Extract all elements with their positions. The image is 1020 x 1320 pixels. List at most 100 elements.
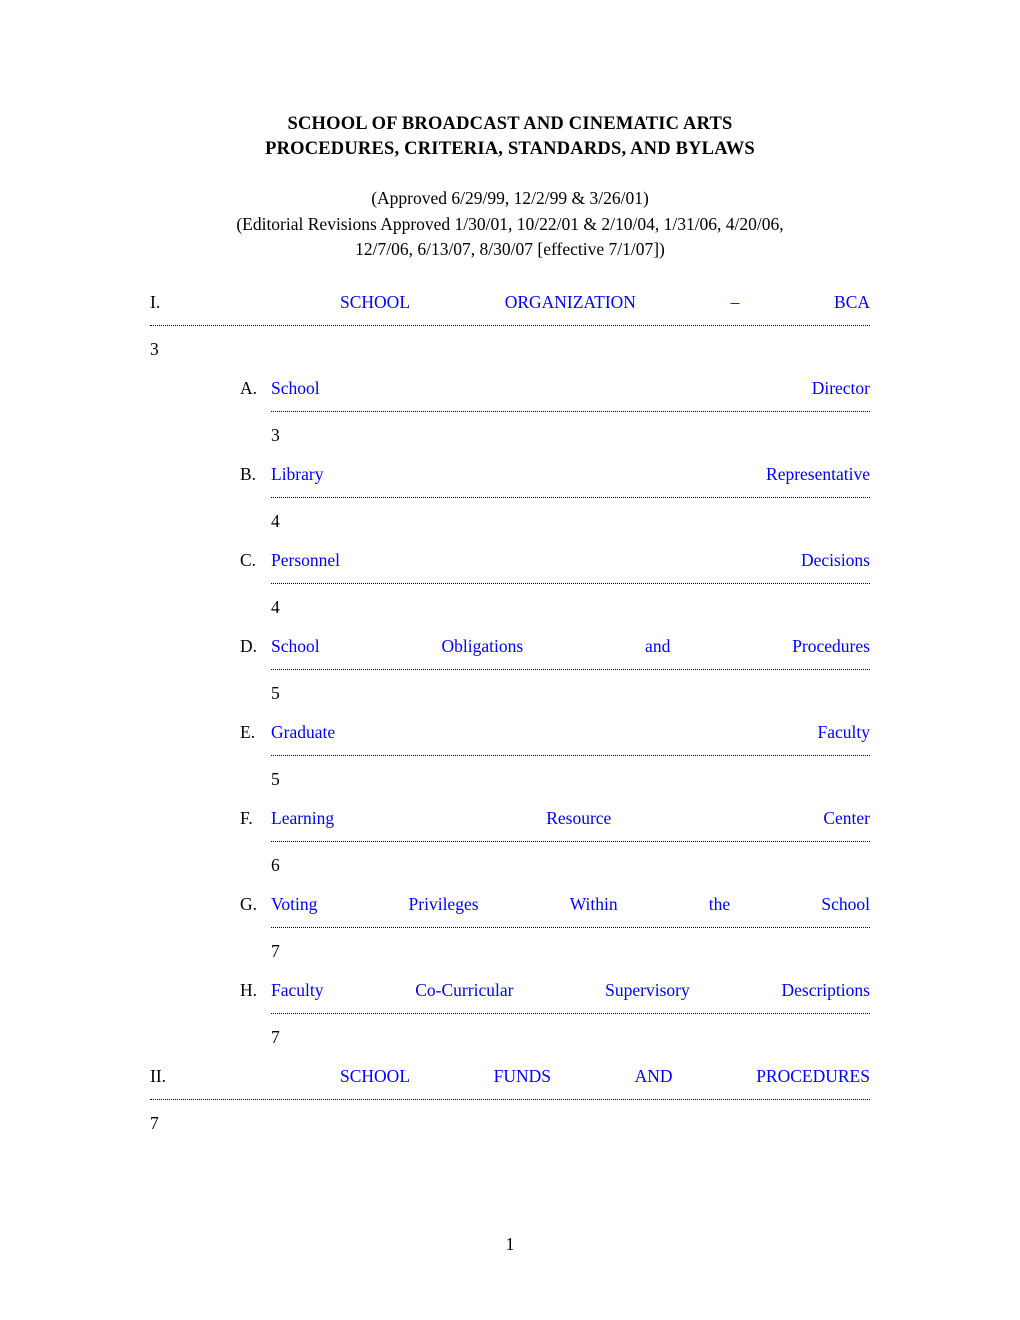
toc-entry[interactable]: I. SCHOOL ORGANIZATION – BCA 3 — [150, 289, 870, 361]
document-page: SCHOOL OF BROADCAST AND CINEMATIC ARTS P… — [0, 0, 1020, 1320]
toc-entry-spacer — [150, 447, 870, 461]
toc-entry-word: Co-Curricular — [415, 980, 514, 1000]
toc-entry-marker: H. — [240, 980, 258, 1000]
toc-entry-word: Descriptions — [781, 980, 870, 1000]
toc-entry-label[interactable]: Voting Privileges Within the School — [271, 891, 870, 917]
dotted-leader-line — [271, 926, 870, 928]
toc-entry-spacer — [150, 877, 870, 891]
toc-entry-word: School — [271, 636, 320, 656]
toc-dotted-leader — [271, 917, 870, 939]
toc-entry-marker: E. — [240, 722, 256, 742]
toc-entry[interactable]: D. School Obligations and Procedures 5 — [150, 633, 870, 705]
toc-page-number: 3 — [271, 425, 280, 445]
toc-entry-marker: F. — [240, 808, 253, 828]
toc-entry-word: Decisions — [800, 550, 870, 570]
dotted-leader-line — [271, 582, 870, 584]
toc-entry-label[interactable]: Learning Resource Center — [271, 805, 870, 831]
toc-entry[interactable]: G. Voting Privileges Within the School 7 — [150, 891, 870, 963]
toc-entry-word: – — [730, 292, 740, 312]
dotted-leader-line — [271, 410, 870, 412]
toc-page-number: 4 — [271, 511, 280, 531]
document-subtitle: (Approved 6/29/99, 12/2/99 & 3/26/01) (E… — [150, 186, 870, 263]
toc-dotted-leader — [150, 315, 870, 337]
toc-entry-word: SCHOOL — [340, 1066, 411, 1086]
toc-entry-word: Voting — [271, 894, 318, 914]
toc-entry-word: Resource — [546, 808, 612, 828]
toc-page-number: 7 — [271, 1027, 280, 1047]
toc-dotted-leader — [271, 1003, 870, 1025]
toc-entry[interactable]: C. Personnel Decisions 4 — [150, 547, 870, 619]
dotted-leader-line — [271, 496, 870, 498]
toc-entry-word: FUNDS — [493, 1066, 552, 1086]
toc-entry-marker: I. — [150, 292, 161, 312]
toc-entry-word: Representative — [766, 464, 870, 484]
approval-dates-line: (Approved 6/29/99, 12/2/99 & 3/26/01) — [371, 188, 649, 208]
toc-dotted-leader — [271, 831, 870, 853]
toc-entry[interactable]: B. Library Representative 4 — [150, 461, 870, 533]
document-title: SCHOOL OF BROADCAST AND CINEMATIC ARTS P… — [150, 112, 870, 162]
dotted-leader-line — [271, 668, 870, 670]
toc-entry-word: Director — [811, 378, 870, 398]
toc-page-number: 7 — [271, 941, 280, 961]
toc-entry-marker: II. — [150, 1066, 167, 1086]
toc-entry-label[interactable]: Library Representative — [271, 461, 870, 487]
toc-entry[interactable]: A. School Director 3 — [150, 375, 870, 447]
toc-entry-marker: D. — [240, 636, 258, 656]
toc-entry-spacer — [150, 791, 870, 805]
toc-entry[interactable]: H. Faculty Co-Curricular Supervisory Descrip… — [150, 977, 870, 1049]
toc-entry-word: Personnel — [271, 550, 341, 570]
toc-entry-marker: C. — [240, 550, 257, 570]
toc-entry-spacer — [150, 1049, 870, 1063]
toc-dotted-leader — [271, 659, 870, 681]
toc-entry-word: Procedures — [792, 636, 870, 656]
toc-dotted-leader — [271, 573, 870, 595]
toc-entry[interactable]: II. SCHOOL FUNDS AND PROCEDURES 7 — [150, 1063, 870, 1135]
toc-entry-spacer — [150, 619, 870, 633]
toc-page-number: 6 — [271, 855, 280, 875]
document-title-line-2: PROCEDURES, CRITERIA, STANDARDS, AND BYL… — [265, 139, 755, 159]
toc-entry-label[interactable]: SCHOOL ORGANIZATION – BCA — [340, 289, 870, 315]
toc-entry-label[interactable]: Personnel Decisions — [271, 547, 870, 573]
document-title-line-1: SCHOOL OF BROADCAST AND CINEMATIC ARTS — [287, 114, 733, 134]
toc-entry-title-row: H. Faculty Co-Curricular Supervisory Descrip… — [150, 977, 870, 1003]
toc-entry-spacer — [150, 361, 870, 375]
dotted-leader-line — [150, 324, 870, 326]
page-footer: 1 — [150, 1234, 870, 1255]
toc-entry-word: BCA — [834, 292, 870, 312]
toc-entry-spacer — [150, 963, 870, 977]
toc-entry-marker: B. — [240, 464, 257, 484]
toc-page-number: 3 — [150, 339, 159, 359]
toc-entry-label[interactable]: Faculty Co-Curricular Supervisory Descripti… — [271, 977, 870, 1003]
toc-dotted-leader — [271, 745, 870, 767]
dotted-leader-line — [271, 754, 870, 756]
toc-entry-title-row: G. Voting Privileges Within the School — [150, 891, 870, 917]
toc-entry-title-row: F. Learning Resource Center — [150, 805, 870, 831]
toc-entry-word: Supervisory — [605, 980, 690, 1000]
dotted-leader-line — [150, 1098, 870, 1100]
toc-entry-spacer — [150, 705, 870, 719]
toc-entry[interactable]: F. Learning Resource Center 6 — [150, 805, 870, 877]
toc-entry-word: Center — [823, 808, 870, 828]
toc-entry-label[interactable]: Graduate Faculty — [271, 719, 870, 745]
toc-entry-word: Faculty — [817, 722, 871, 742]
toc-dotted-leader — [271, 487, 870, 509]
toc-entry[interactable]: E. Graduate Faculty 5 — [150, 719, 870, 791]
toc-entry-label[interactable]: School Director — [271, 375, 870, 401]
toc-entry-title-row: D. School Obligations and Procedures — [150, 633, 870, 659]
toc-entry-word: and — [645, 636, 671, 656]
toc-entry-label[interactable]: SCHOOL FUNDS AND PROCEDURES — [340, 1063, 870, 1089]
toc-entry-word: the — [708, 894, 731, 914]
toc-entry-title-row: C. Personnel Decisions — [150, 547, 870, 573]
toc-entry-word: Obligations — [441, 636, 524, 656]
toc-entry-word: ORGANIZATION — [504, 292, 636, 312]
toc-entry-word: AND — [634, 1066, 673, 1086]
toc-entry-spacer — [150, 533, 870, 547]
toc-page-number: 5 — [271, 769, 280, 789]
toc-entry-word: Privileges — [408, 894, 479, 914]
toc-dotted-leader — [150, 1089, 870, 1111]
toc-entry-marker: G. — [240, 894, 258, 914]
toc-entry-word: Learning — [271, 808, 335, 828]
footer-page-number: 1 — [505, 1234, 515, 1254]
toc-entry-label[interactable]: School Obligations and Procedures — [271, 633, 870, 659]
toc-entry-word: School — [271, 378, 320, 398]
